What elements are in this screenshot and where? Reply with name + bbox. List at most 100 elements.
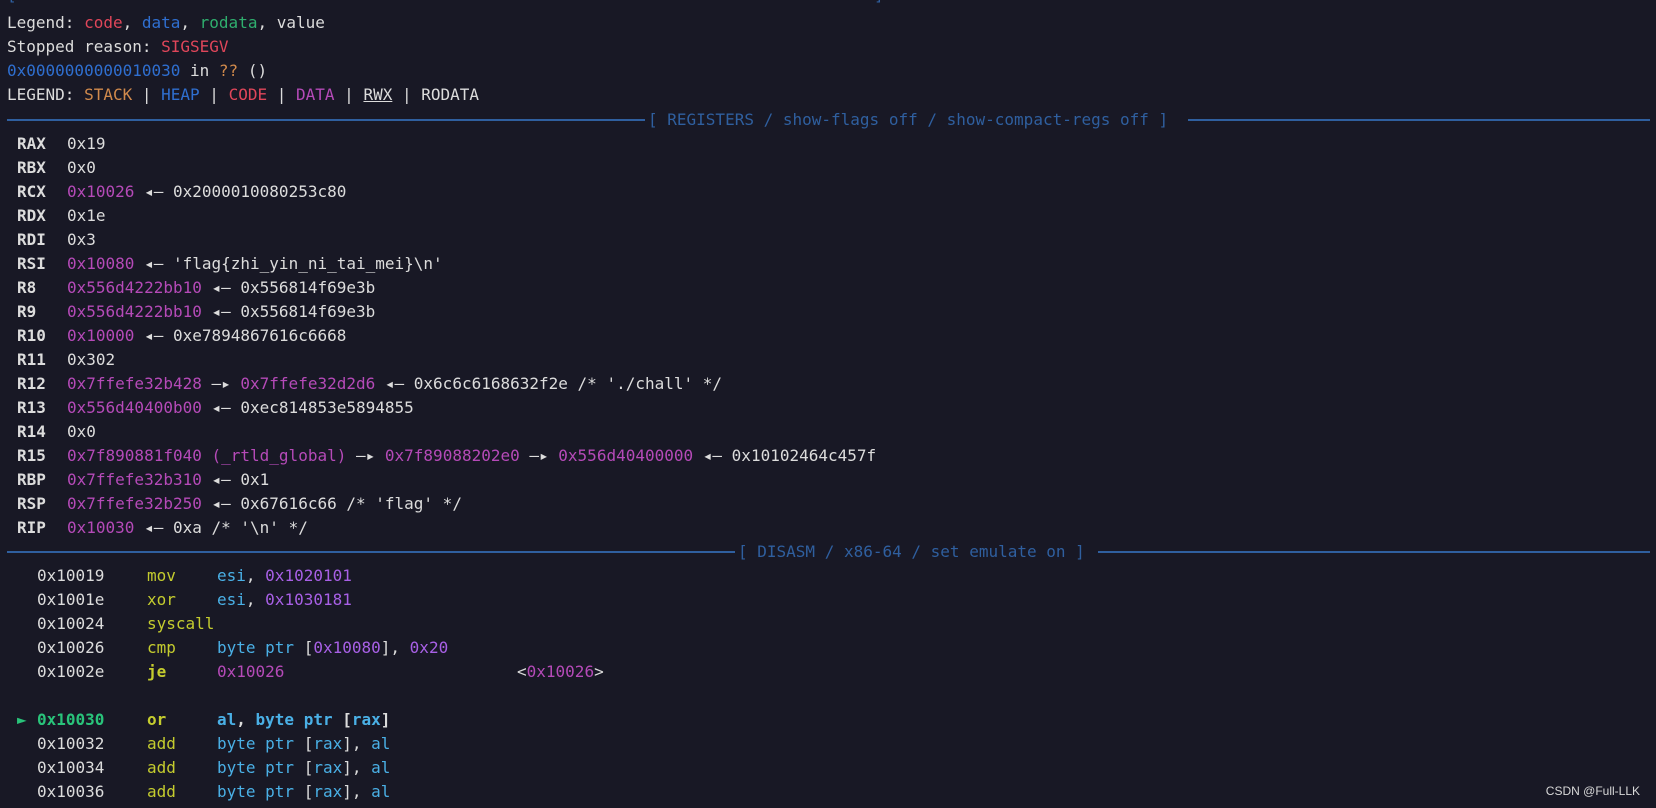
separator-rule [7,551,735,553]
register-value-part: —▸ [201,374,241,393]
separator-rule [1188,119,1650,121]
register-value-part: 0x10026 [67,182,135,201]
memory-legend-sep: | [132,85,162,104]
jump-target: <0x10026> [517,660,604,684]
jump-target-part: < [517,662,527,681]
operand-part: byte ptr [217,782,295,801]
instruction-address: 0x1002e [37,662,105,681]
instruction-operands: byte ptr [rax], al [217,756,390,780]
instruction-mnemonic: je [147,662,167,681]
register-value-part: 0x7f89088202e0 [384,446,520,465]
register-value-part: 0x0 [67,422,96,441]
stopped-reason-prefix: Stopped reason: [7,37,162,56]
register-name: R8 [17,278,37,297]
register-value-part: ◂— 0xec814853e5894855 [201,398,414,417]
operand-part: [ [294,758,314,777]
register-value-part: ◂— 0xe7894867616c6668 [134,326,347,345]
register-name: R12 [17,374,46,393]
register-value-part: 0x0 [67,158,96,177]
register-value: 0x0 [67,156,96,180]
register-value-part: 0x556d4222bb10 [67,278,202,297]
operand-part: al [371,782,391,801]
watermark: CSDN @Full-LLK [1545,784,1640,798]
operand-part: byte ptr [217,758,295,777]
register-name: R10 [17,326,46,345]
jump-target-part: 0x10026 [526,662,595,681]
memory-legend-data: DATA [296,85,335,104]
register-name: RIP [17,518,46,537]
instruction-operands: esi, 0x1030181 [217,588,352,612]
instruction-operands: esi, 0x1020101 [217,564,352,588]
instruction-mnemonic: cmp [147,638,176,657]
register-value-part: ◂— 0x556814f69e3b [201,278,376,297]
register-value: 0x7f890881f040 (_rtld_global) —▸ 0x7f890… [67,444,876,468]
legend-code: code [84,13,123,32]
legend-line: Legend: code, data, rodata, value [7,11,325,35]
location-parens: () [238,61,268,80]
operand-part: ], [380,638,410,657]
operand-part: [ [294,734,314,753]
memory-legend-sep: | [334,85,364,104]
register-value: 0x7ffefe32b250 ◂— 0x67616c66 /* 'flag' *… [67,492,462,516]
operand-part: 0x1030181 [265,590,352,609]
legend-prefix: Legend: [7,13,85,32]
operand-part: 0x20 [409,638,449,657]
operand-part: [ [332,710,352,729]
operand-part: byte ptr [217,638,295,657]
separator-rule [7,119,645,121]
operand-part: [ [294,782,314,801]
register-value-part: ◂— 0x2000010080253c80 [134,182,347,201]
register-name: R11 [17,350,46,369]
register-value-part: ◂— 0x67616c66 /* 'flag' */ [201,494,462,513]
register-value-part: 0x10000 [67,326,135,345]
instruction-address: 0x10030 [37,710,105,729]
instruction-operands: 0x10026 [217,660,284,684]
register-value-part: 0x7f890881f040 (_rtld_global) [67,446,347,465]
register-value-part: 0x1e [67,206,106,225]
instruction-mnemonic: syscall [147,614,215,633]
register-name: RAX [17,134,46,153]
jump-target-part: > [594,662,604,681]
register-value: 0x10000 ◂— 0xe7894867616c6668 [67,324,346,348]
instruction-mnemonic: add [147,734,176,753]
instruction-mnemonic: add [147,758,176,777]
disasm-header: [ DISASM / x86-64 / set emulate on ] [738,542,1085,561]
register-name: RSI [17,254,46,273]
register-value: 0x556d40400b00 ◂— 0xec814853e5894855 [67,396,414,420]
register-value-part: ◂— 0x556814f69e3b [201,302,376,321]
instruction-address: 0x10024 [37,614,105,633]
operand-part: esi [217,566,246,585]
location-function: ?? [218,61,239,80]
instruction-mnemonic: mov [147,566,176,585]
legend-comma: , [257,13,277,32]
register-value-part: 0x7ffefe32b250 [67,494,202,513]
legend-comma: , [180,13,200,32]
register-value: 0x10026 ◂— 0x2000010080253c80 [67,180,346,204]
instruction-address: 0x10019 [37,566,105,585]
operand-part: al [371,734,391,753]
register-value-part: 0x302 [67,350,116,369]
memory-legend-line: LEGEND: STACK | HEAP | CODE | DATA | RWX… [7,83,479,107]
location-address: 0x0000000000010030 [7,61,181,80]
memory-legend-code: CODE [228,85,268,104]
operand-part: 0x10080 [313,638,381,657]
register-value-part: ◂— 0xa /* '\n' */ [134,518,308,537]
register-value-part: ◂— 'flag{zhi_yin_ni_tai_mei}\n' [134,254,443,273]
legend-data: data [141,13,181,32]
register-value: 0x7ffefe32b310 ◂— 0x1 [67,468,269,492]
register-value-part: 0x10080 [67,254,135,273]
instruction-mnemonic: xor [147,590,176,609]
legend-comma: , [122,13,142,32]
registers-separator: [ REGISTERS / show-flags off / show-comp… [7,108,1650,132]
register-value-part: 0x7ffefe32b428 [67,374,202,393]
register-value: 0x10080 ◂— 'flag{zhi_yin_ni_tai_mei}\n' [67,252,443,276]
register-value-part: 0x556d40400b00 [67,398,202,417]
register-value-part: ◂— 0x10102464c457f [693,446,877,465]
memory-legend-prefix: LEGEND: [7,85,85,104]
operand-part: esi [217,590,246,609]
location-in: in [180,61,219,80]
instruction-address: 0x10036 [37,782,105,801]
register-value: 0x0 [67,420,96,444]
register-name: R13 [17,398,46,417]
register-name: RBP [17,470,46,489]
